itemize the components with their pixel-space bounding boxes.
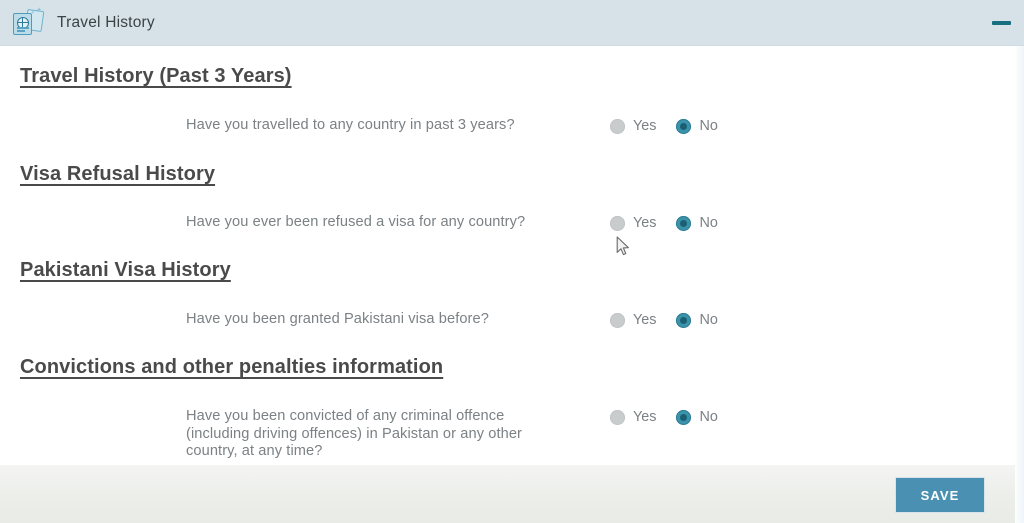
travel-history-panel: ✦ ✦ Travel History Travel History (Past …: [0, 0, 1024, 523]
radio-group: Yes No: [610, 214, 718, 231]
radio-option-no[interactable]: No: [676, 409, 718, 425]
radio-yes-label: Yes: [633, 409, 657, 425]
radio-no-indicator[interactable]: [676, 312, 692, 328]
question-line: Have you been convicted of any criminal …: [186, 408, 505, 424]
question-line: country, at any time?: [186, 443, 323, 459]
radio-option-yes[interactable]: Yes: [610, 118, 656, 134]
question-row: Have you ever been refused a visa for an…: [186, 214, 718, 232]
question-text: Have you travelled to any country in pas…: [186, 117, 584, 135]
question-row: Have you been granted Pakistani visa bef…: [186, 311, 718, 329]
sparkle-icon: ✦: [36, 6, 42, 14]
radio-option-no[interactable]: No: [676, 312, 718, 328]
question-text: Have you been convicted of any criminal …: [186, 408, 584, 461]
radio-no-label: No: [699, 409, 718, 425]
section-heading: Pakistani Visa History: [20, 259, 231, 281]
radio-yes-label: Yes: [633, 118, 657, 134]
radio-yes-label: Yes: [633, 215, 657, 231]
question-line: (including driving offences) in Pakistan…: [186, 425, 523, 442]
sparkle-icon: ✦: [30, 9, 35, 16]
radio-no-indicator[interactable]: [676, 409, 692, 425]
radio-group: Yes No: [610, 408, 718, 425]
radio-no-label: No: [699, 118, 718, 134]
save-button[interactable]: SAVE: [895, 477, 985, 513]
card-line: [17, 30, 25, 32]
minimize-bar: [991, 21, 1011, 25]
panel-header: ✦ ✦ Travel History: [0, 0, 1024, 46]
form-content: Travel History (Past 3 Years) Have you t…: [0, 46, 1024, 465]
radio-group: Yes No: [610, 117, 718, 134]
radio-yes-indicator[interactable]: [610, 312, 625, 328]
section-heading: Visa Refusal History: [20, 163, 216, 185]
minimize-icon[interactable]: [990, 13, 1012, 33]
travel-documents-icon: ✦ ✦: [13, 6, 45, 37]
radio-group: Yes No: [610, 311, 718, 328]
radio-no-indicator[interactable]: [676, 215, 692, 231]
question-text: Have you ever been refused a visa for an…: [186, 214, 584, 232]
radio-no-indicator[interactable]: [676, 118, 692, 134]
section-heading: Travel History (Past 3 Years): [20, 65, 292, 87]
panel-footer: SAVE: [0, 465, 1024, 523]
question-line: Have you ever been refused a visa for an…: [186, 214, 526, 230]
radio-yes-label: Yes: [633, 312, 657, 328]
radio-yes-indicator[interactable]: [610, 215, 625, 231]
card-line: [17, 27, 29, 29]
radio-option-yes[interactable]: Yes: [610, 312, 656, 328]
question-line: Have you travelled to any country in pas…: [186, 117, 515, 133]
radio-option-yes[interactable]: Yes: [610, 409, 656, 425]
radio-yes-indicator[interactable]: [610, 409, 625, 425]
question-row: Have you been convicted of any criminal …: [186, 408, 718, 461]
radio-yes-indicator[interactable]: [610, 118, 625, 134]
question-text: Have you been granted Pakistani visa bef…: [186, 311, 584, 329]
question-row: Have you travelled to any country in pas…: [186, 117, 718, 135]
radio-no-label: No: [699, 215, 718, 231]
radio-option-yes[interactable]: Yes: [610, 215, 656, 231]
radio-option-no[interactable]: No: [676, 118, 718, 134]
page-title: Travel History: [57, 13, 155, 31]
radio-no-label: No: [699, 312, 718, 328]
radio-option-no[interactable]: No: [676, 215, 718, 231]
question-line: Have you been granted Pakistani visa bef…: [186, 311, 489, 327]
document-card-front: [13, 12, 32, 35]
section-heading: Convictions and other penalties informat…: [20, 356, 444, 378]
